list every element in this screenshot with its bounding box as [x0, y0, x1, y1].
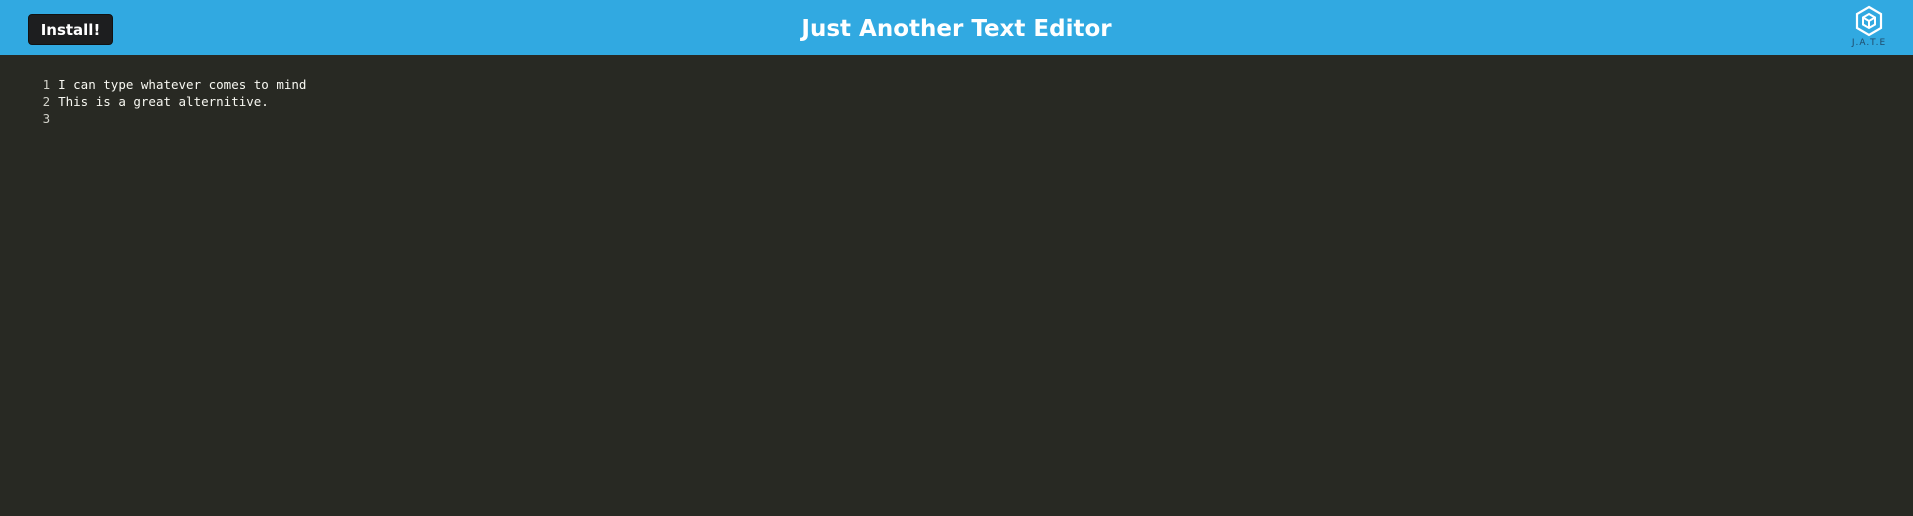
line-text[interactable]: This is a great alternitive.	[58, 94, 269, 109]
jate-logo: J.A.T.E	[1845, 5, 1893, 53]
page-title: Just Another Text Editor	[801, 16, 1112, 42]
logo-text: J.A.T.E	[1851, 38, 1887, 48]
editor-line[interactable]: 2 This is a great alternitive.	[0, 76, 269, 109]
line-number: 3	[42, 111, 51, 126]
navbar: Install! Just Another Text Editor J.A.T.…	[0, 0, 1913, 55]
install-button[interactable]: Install!	[28, 14, 113, 45]
editor-line[interactable]: 1I can type whatever comes to mind	[0, 59, 307, 92]
cube-logo-icon	[1855, 5, 1883, 37]
editor-line[interactable]: 3	[0, 93, 58, 126]
code-editor[interactable]: 1I can type whatever comes to mind 2 This…	[0, 55, 1913, 516]
